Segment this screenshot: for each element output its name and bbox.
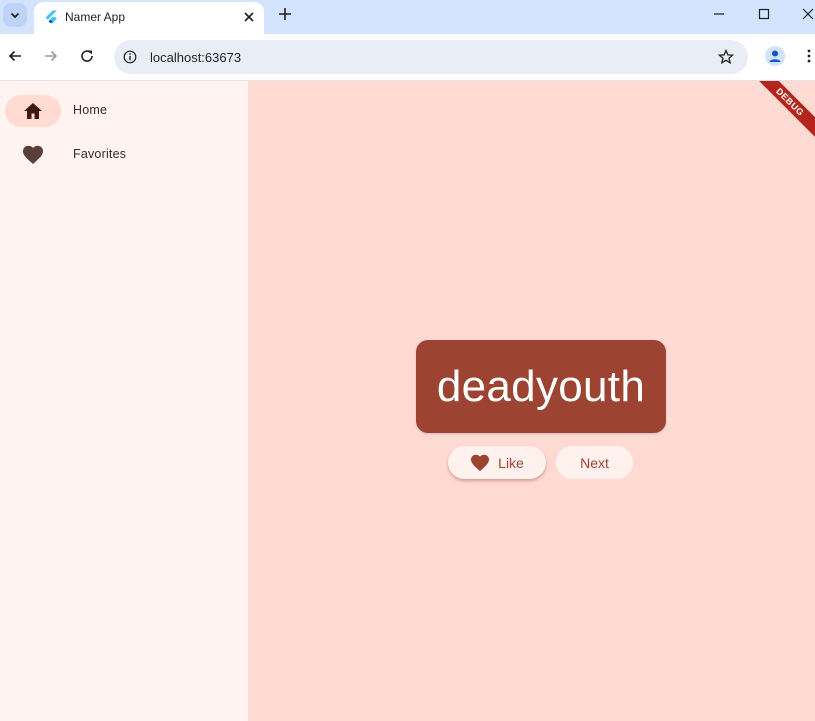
close-icon[interactable] — [242, 10, 256, 24]
next-button-label: Next — [580, 454, 609, 471]
nav-label-favorites: Favorites — [73, 147, 127, 161]
word-pair-card: deadyouth — [416, 340, 666, 433]
like-button-label: Like — [498, 454, 524, 471]
favorite-icon — [471, 454, 490, 471]
back-arrow-icon[interactable] — [7, 48, 23, 64]
profile-avatar[interactable] — [765, 46, 785, 66]
navigation-rail: Home Favorites — [0, 81, 249, 721]
minimize-icon[interactable] — [712, 7, 726, 21]
next-button[interactable]: Next — [556, 446, 633, 479]
like-button[interactable]: Like — [448, 446, 546, 479]
nav-label-home: Home — [73, 103, 108, 117]
home-icon — [24, 103, 42, 119]
tab-title: Namer App — [65, 10, 126, 24]
browser-toolbar: localhost:63673 — [0, 34, 815, 81]
address-bar[interactable]: localhost:63673 — [114, 40, 748, 74]
app-root: Home Favorites deadyouth Like Next DEBUG — [0, 81, 815, 721]
favorite-icon — [23, 145, 43, 164]
debug-banner: DEBUG — [746, 81, 815, 146]
url-text[interactable]: localhost:63673 — [150, 50, 241, 65]
generator-page: deadyouth Like Next DEBUG — [249, 81, 815, 721]
browser-tabstrip: Namer App — [0, 0, 815, 34]
maximize-icon[interactable] — [757, 7, 771, 21]
more-vert-icon[interactable] — [804, 48, 814, 64]
person-icon — [769, 50, 781, 62]
tab-search-button[interactable] — [3, 3, 27, 27]
site-info-icon[interactable] — [123, 50, 137, 64]
new-tab-icon[interactable] — [277, 6, 293, 22]
forward-arrow-icon[interactable] — [43, 48, 59, 64]
window-close-icon[interactable] — [801, 7, 815, 21]
nav-item-home[interactable]: Home — [5, 95, 245, 127]
reload-icon[interactable] — [79, 48, 95, 64]
flutter-icon — [45, 10, 57, 24]
word-pair-text: deadyouth — [436, 361, 646, 411]
bookmark-star-icon[interactable] — [718, 49, 734, 65]
chevron-down-icon — [10, 12, 20, 19]
nav-item-favorites[interactable]: Favorites — [5, 139, 245, 171]
browser-tab[interactable]: Namer App — [34, 2, 264, 34]
